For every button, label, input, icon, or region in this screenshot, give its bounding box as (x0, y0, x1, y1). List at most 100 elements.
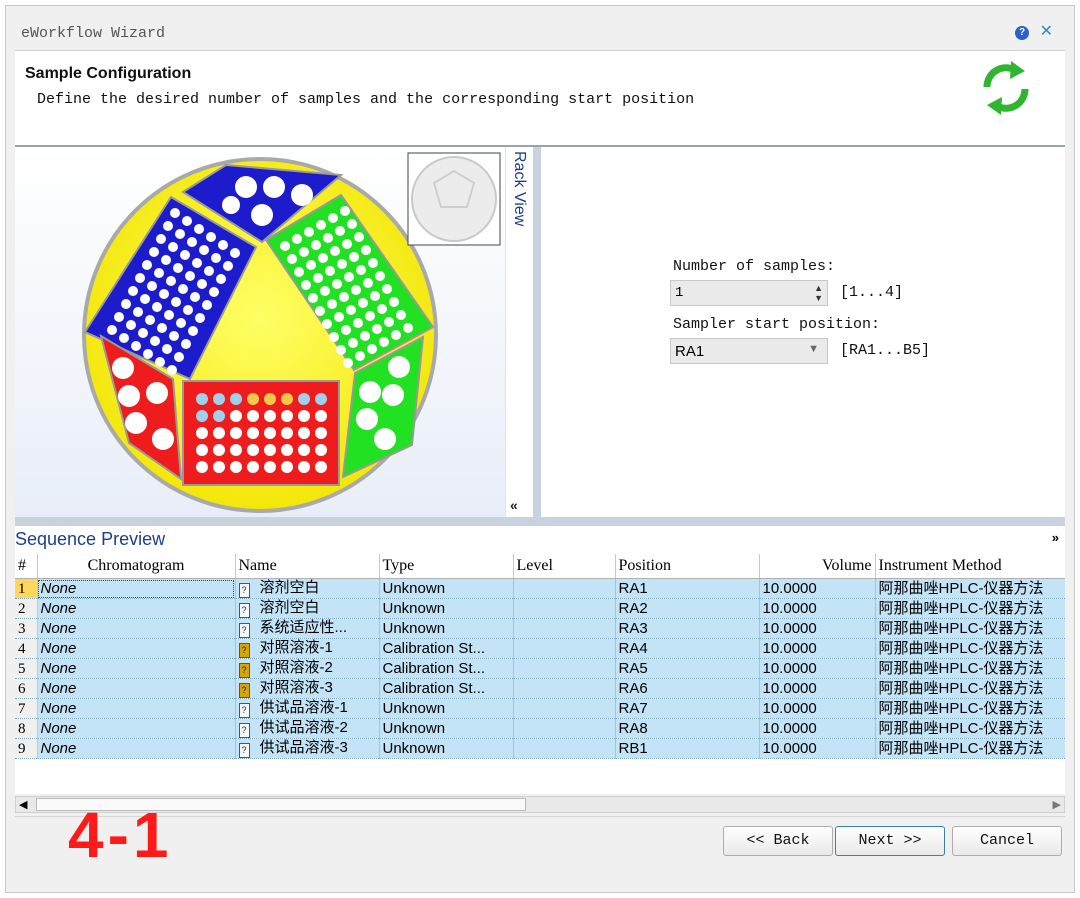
table-row[interactable]: 7 None? 供试品溶液-1 Unknown RA7 10.0000 阿那曲唑HPLC-仪… (15, 698, 1065, 719)
chromatogram-cell[interactable]: None (37, 678, 236, 699)
table-row[interactable]: 8 None? 供试品溶液-2 Unknown RA8 10.0000 阿那曲唑HPLC-仪… (15, 718, 1065, 739)
type-cell[interactable]: Calibration St... (379, 638, 514, 659)
row-number[interactable]: 2 (15, 598, 38, 619)
level-cell[interactable] (513, 698, 616, 719)
type-cell[interactable]: Unknown (379, 578, 514, 599)
method-cell[interactable]: 阿那曲唑HPLC-仪器方法 (875, 598, 1065, 619)
row-number[interactable]: 6 (15, 678, 38, 699)
name-cell[interactable]: ? 溶剂空白 (235, 598, 380, 619)
horizontal-scrollbar[interactable]: ◀ ▶ (15, 796, 1065, 813)
chromatogram-cell[interactable]: None (37, 658, 236, 679)
chromatogram-cell[interactable]: None (37, 698, 236, 719)
volume-cell[interactable]: 10.0000 (759, 698, 876, 719)
column-header[interactable]: Volume (759, 554, 876, 579)
method-cell[interactable]: 阿那曲唑HPLC-仪器方法 (875, 638, 1065, 659)
row-number[interactable]: 7 (15, 698, 38, 719)
name-cell[interactable]: ? 对照溶液-2 (235, 658, 380, 679)
table-row[interactable]: 1 None? 溶剂空白 Unknown RA1 10.0000 阿那曲唑HPLC-仪器方法 (15, 578, 1065, 599)
type-cell[interactable]: Unknown (379, 618, 514, 639)
expand-icon[interactable]: » (1052, 530, 1059, 545)
level-cell[interactable] (513, 678, 616, 699)
vertical-splitter[interactable] (533, 147, 541, 517)
volume-cell[interactable]: 10.0000 (759, 578, 876, 599)
level-cell[interactable] (513, 598, 616, 619)
chromatogram-cell[interactable]: None (37, 638, 236, 659)
level-cell[interactable] (513, 738, 616, 759)
column-header[interactable]: # (15, 554, 38, 579)
method-cell[interactable]: 阿那曲唑HPLC-仪器方法 (875, 678, 1065, 699)
type-cell[interactable]: Calibration St... (379, 658, 514, 679)
method-cell[interactable]: 阿那曲唑HPLC-仪器方法 (875, 718, 1065, 739)
start-position-value[interactable]: RA1 (675, 343, 704, 360)
column-header[interactable]: Chromatogram (37, 554, 236, 579)
start-position-select[interactable]: RA1 ▼ (670, 338, 828, 364)
volume-cell[interactable]: 10.0000 (759, 718, 876, 739)
sample-rack-diagram[interactable] (15, 147, 505, 517)
back-button[interactable]: << Back (723, 826, 833, 856)
cancel-button[interactable]: Cancel (952, 826, 1062, 856)
column-header[interactable]: Instrument Method (875, 554, 1065, 579)
type-cell[interactable]: Unknown (379, 598, 514, 619)
position-cell[interactable]: RA1 (615, 578, 760, 599)
chromatogram-cell[interactable]: None (37, 618, 236, 639)
type-cell[interactable]: Unknown (379, 738, 514, 759)
column-header[interactable]: Position (615, 554, 760, 579)
type-cell[interactable]: Unknown (379, 718, 514, 739)
chromatogram-cell[interactable]: None (37, 598, 236, 619)
row-number[interactable]: 8 (15, 718, 38, 739)
name-cell[interactable]: ? 对照溶液-3 (235, 678, 380, 699)
position-cell[interactable]: RA8 (615, 718, 760, 739)
column-header[interactable]: Name (235, 554, 380, 579)
position-cell[interactable]: RB1 (615, 738, 760, 759)
method-cell[interactable]: 阿那曲唑HPLC-仪器方法 (875, 618, 1065, 639)
level-cell[interactable] (513, 638, 616, 659)
volume-cell[interactable]: 10.0000 (759, 658, 876, 679)
samples-value[interactable]: 1 (675, 285, 683, 301)
name-cell[interactable]: ? 供试品溶液-3 (235, 738, 380, 759)
rack-view-tab[interactable]: Rack View « (505, 147, 534, 517)
level-cell[interactable] (513, 618, 616, 639)
method-cell[interactable]: 阿那曲唑HPLC-仪器方法 (875, 578, 1065, 599)
name-cell[interactable]: ? 供试品溶液-2 (235, 718, 380, 739)
position-cell[interactable]: RA4 (615, 638, 760, 659)
method-cell[interactable]: 阿那曲唑HPLC-仪器方法 (875, 698, 1065, 719)
position-cell[interactable]: RA3 (615, 618, 760, 639)
column-header[interactable]: Level (513, 554, 616, 579)
horizontal-splitter[interactable] (15, 517, 1065, 526)
position-cell[interactable]: RA6 (615, 678, 760, 699)
name-cell[interactable]: ? 溶剂空白 (235, 578, 380, 599)
chromatogram-cell[interactable]: None (37, 738, 236, 759)
volume-cell[interactable]: 10.0000 (759, 598, 876, 619)
column-header[interactable]: Type (379, 554, 514, 579)
row-number[interactable]: 5 (15, 658, 38, 679)
position-cell[interactable]: RA5 (615, 658, 760, 679)
position-cell[interactable]: RA7 (615, 698, 760, 719)
row-number[interactable]: 1 (15, 578, 38, 599)
close-icon[interactable]: ✕ (1040, 21, 1053, 41)
row-number[interactable]: 3 (15, 618, 38, 639)
chevron-down-icon[interactable]: ▼ (808, 343, 819, 355)
help-icon[interactable]: ? (1015, 26, 1029, 40)
level-cell[interactable] (513, 658, 616, 679)
table-row[interactable]: 6 None? 对照溶液-3 Calibration St... RA6 10.0000 阿… (15, 678, 1065, 699)
table-row[interactable]: 4 None? 对照溶液-1 Calibration St... RA4 10.0000 阿… (15, 638, 1065, 659)
type-cell[interactable]: Calibration St... (379, 678, 514, 699)
level-cell[interactable] (513, 718, 616, 739)
chromatogram-cell[interactable]: None (37, 718, 236, 739)
method-cell[interactable]: 阿那曲唑HPLC-仪器方法 (875, 658, 1065, 679)
volume-cell[interactable]: 10.0000 (759, 618, 876, 639)
table-row[interactable]: 3 None? 系统适应性... Unknown RA3 10.0000 阿那曲唑HPLC-… (15, 618, 1065, 639)
table-row[interactable]: 9 None? 供试品溶液-3 Unknown RB1 10.0000 阿那曲唑HPLC-仪… (15, 738, 1065, 759)
method-cell[interactable]: 阿那曲唑HPLC-仪器方法 (875, 738, 1065, 759)
level-cell[interactable] (513, 578, 616, 599)
row-number[interactable]: 4 (15, 638, 38, 659)
position-cell[interactable]: RA2 (615, 598, 760, 619)
table-row[interactable]: 5 None? 对照溶液-2 Calibration St... RA5 10.0000 阿… (15, 658, 1065, 679)
chromatogram-cell[interactable]: None (37, 578, 236, 599)
scroll-left-icon[interactable]: ◀ (19, 798, 27, 811)
samples-stepper[interactable]: 1 ▲ ▼ (670, 280, 828, 306)
next-button[interactable]: Next >> (835, 826, 945, 856)
type-cell[interactable]: Unknown (379, 698, 514, 719)
row-number[interactable]: 9 (15, 738, 38, 759)
name-cell[interactable]: ? 系统适应性... (235, 618, 380, 639)
